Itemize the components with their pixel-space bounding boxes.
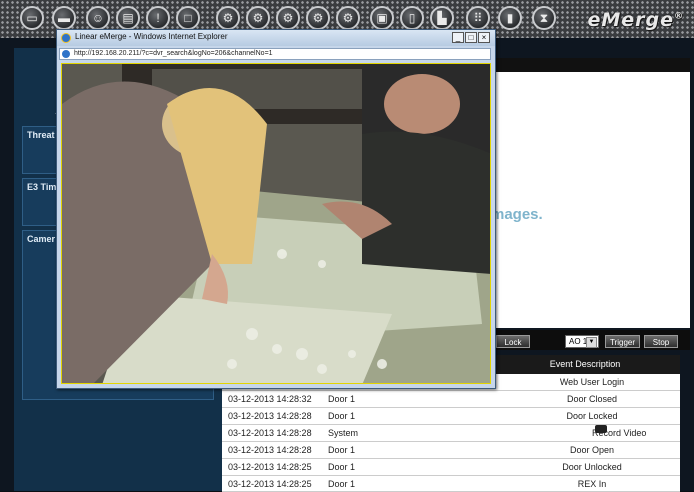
popup-title-bar[interactable]: Linear eMerge - Windows Internet Explore… — [57, 30, 495, 46]
chevron-down-icon[interactable]: ▼ — [586, 337, 597, 348]
event-time: 03-12-2013 14:28:28 — [228, 411, 312, 421]
monitor-icon[interactable]: ▭ — [20, 6, 44, 30]
keypad-icon[interactable]: ⠿ — [466, 6, 490, 30]
hourglass-icon[interactable]: ⧗ — [532, 6, 556, 30]
alert-icon[interactable]: ! — [146, 6, 170, 30]
event-description: Door Locked — [566, 411, 618, 421]
gear-icon[interactable]: ⚙ — [216, 6, 240, 30]
event-source: System — [328, 428, 359, 438]
ie-icon — [61, 33, 71, 43]
event-description: Door Open — [569, 445, 615, 455]
maximize-button[interactable]: □ — [465, 32, 477, 43]
event-time: 03-12-2013 14:28:25 — [228, 462, 312, 472]
gear-key-icon[interactable]: ⚙ — [336, 6, 360, 30]
dvr-video-frame — [61, 63, 491, 384]
table-row[interactable]: 03-12-2013 14:28:25 Door 1 REX In — [222, 476, 680, 492]
minus-icon[interactable]: ▬ — [52, 6, 76, 30]
event-time: 03-12-2013 14:28:25 — [228, 479, 312, 489]
image-placeholder-text: mages. — [491, 206, 543, 223]
camera-image-area — [490, 72, 690, 328]
video-scene — [62, 64, 490, 383]
event-description: Door Unlocked — [562, 462, 622, 472]
table-row[interactable]: 03-12-2013 14:28:28 System Record Video — [222, 425, 680, 442]
gears-icon[interactable]: ⚙ — [276, 6, 300, 30]
chart-icon[interactable]: ▙ — [430, 6, 454, 30]
address-bar[interactable]: http://192.168.20.211/?c=dvr_search&logN… — [59, 48, 491, 60]
table-row[interactable]: 03-12-2013 14:28:28 Door 1 Door Open — [222, 442, 680, 459]
ie-popup-window[interactable]: Linear eMerge - Windows Internet Explore… — [56, 29, 496, 389]
right-panel-header — [490, 58, 690, 72]
gear-user-icon[interactable]: ⚙ — [246, 6, 270, 30]
close-button[interactable]: × — [478, 32, 490, 43]
event-time: 03-12-2013 14:28:28 — [228, 428, 312, 438]
event-description: REX In — [577, 479, 607, 489]
square-icon[interactable]: □ — [176, 6, 200, 30]
event-source: Door 1 — [328, 445, 356, 455]
brand-logo: eMerge® — [587, 9, 684, 31]
event-source: Door 1 — [328, 394, 356, 404]
ao-select[interactable]: AO 1 ▼ — [565, 335, 599, 348]
lock-button[interactable]: Lock — [496, 335, 530, 348]
phone-icon[interactable]: ▮ — [498, 6, 522, 30]
minimize-button[interactable]: _ — [452, 32, 464, 43]
document-icon[interactable]: ▯ — [400, 6, 424, 30]
card-icon[interactable]: ▤ — [116, 6, 140, 30]
ao-select-value: AO 1 — [569, 337, 588, 346]
user-icon[interactable]: ☺ — [86, 6, 110, 30]
event-description: Web User Login — [559, 377, 625, 387]
gear-wrench-icon[interactable]: ⚙ — [306, 6, 330, 30]
event-time: 03-12-2013 14:28:32 — [228, 394, 312, 404]
table-row[interactable]: 03-12-2013 14:28:25 Door 1 Door Unlocked — [222, 459, 680, 476]
event-time: 03-12-2013 14:28:28 — [228, 445, 312, 455]
event-source: Door 1 — [328, 479, 356, 489]
trigger-button[interactable]: Trigger — [605, 335, 640, 348]
table-row[interactable]: 03-12-2013 14:28:28 Door 1 Door Locked — [222, 408, 680, 425]
event-description-header: Event Description — [490, 355, 680, 374]
table-row[interactable]: 03-12-2013 14:28:32 Door 1 Door Closed — [222, 391, 680, 408]
event-source: Door 1 — [328, 411, 356, 421]
video-camera-icon[interactable] — [595, 425, 607, 433]
event-description: Door Closed — [566, 394, 618, 404]
disk-icon[interactable]: ▣ — [370, 6, 394, 30]
page-icon — [62, 50, 70, 58]
event-source: Door 1 — [328, 462, 356, 472]
address-url: http://192.168.20.211/?c=dvr_search&logN… — [74, 50, 273, 57]
popup-title: Linear eMerge - Windows Internet Explore… — [75, 32, 228, 41]
stop-button[interactable]: Stop — [644, 335, 678, 348]
